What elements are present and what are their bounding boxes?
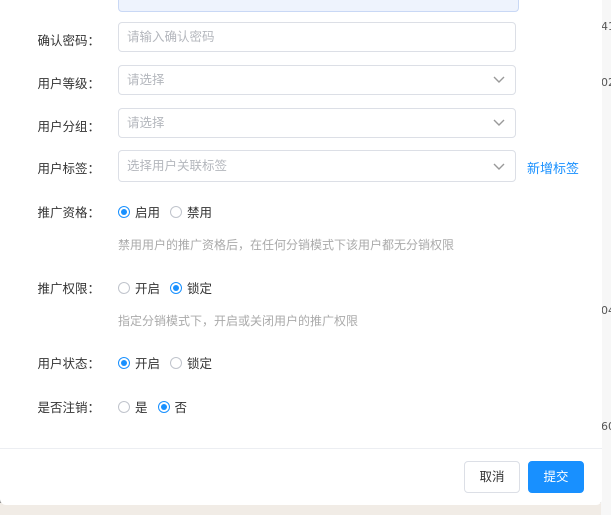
promo-permission-open-radio[interactable]: 开启 [118,278,160,297]
radio-label: 否 [175,397,188,416]
promo-qualification-hint: 禁用用户的推广资格后，在任何分销模式下该用户都无分销权限 [118,236,454,253]
radio-label: 启用 [135,202,160,221]
user-level-label: 用户等级： [0,73,100,92]
deregistered-label: 是否注销： [0,397,100,416]
user-group-select[interactable]: 请选择 [118,108,516,138]
background-digit: 04 [601,304,611,317]
user-status-open-radio[interactable]: 开启 [118,353,160,372]
radio-unselected-icon [118,282,130,294]
user-tags-select[interactable]: 选择用户关联标签 [118,150,516,182]
footer-divider [0,448,602,449]
confirm-password-placeholder: 请输入确认密码 [127,29,215,44]
user-status-lock-radio[interactable]: 锁定 [170,353,212,372]
radio-unselected-icon [118,401,130,413]
promo-qualification-disable-radio[interactable]: 禁用 [170,202,212,221]
background-digit: 41 [601,20,611,33]
radio-selected-icon [118,206,130,218]
promo-permission-label: 推广权限： [0,278,100,297]
radio-selected-icon [118,357,130,369]
user-tags-placeholder: 选择用户关联标签 [127,158,227,173]
user-tags-label: 用户标签： [0,158,100,177]
user-group-label: 用户分组： [0,116,100,135]
user-status-radio-group: 开启 锁定 [118,353,222,372]
user-level-placeholder: 请选择 [127,72,165,87]
user-level-select[interactable]: 请选择 [118,65,516,95]
radio-label: 开启 [135,278,160,297]
submit-button[interactable]: 提交 [528,461,584,493]
user-status-label: 用户状态： [0,353,100,372]
chevron-down-icon [493,119,505,127]
promo-qualification-label: 推广资格： [0,202,100,221]
user-edit-dialog: 确认密码： 请输入确认密码 用户等级： 请选择 用户分组： 请选择 用户标签： … [0,0,602,505]
deregistered-radio-group: 是 否 [118,397,197,416]
radio-unselected-icon [170,206,182,218]
promo-qualification-radio-group: 启用 禁用 [118,202,222,221]
cancel-button[interactable]: 取消 [464,461,520,493]
radio-label: 是 [135,397,148,416]
background-edge: 41 02 04 60 [601,0,611,515]
promo-permission-hint: 指定分销模式下，开启或关闭用户的推广权限 [118,312,358,329]
promo-permission-lock-radio[interactable]: 锁定 [170,278,212,297]
confirm-password-label: 确认密码： [0,30,100,49]
radio-label: 禁用 [187,202,212,221]
radio-selected-icon [170,282,182,294]
background-digit: 02 [601,76,611,89]
user-group-placeholder: 请选择 [127,115,165,130]
radio-label: 锁定 [187,278,212,297]
radio-unselected-icon [170,357,182,369]
chevron-down-icon [493,163,505,171]
deregistered-yes-radio[interactable]: 是 [118,397,148,416]
radio-label: 开启 [135,353,160,372]
radio-label: 锁定 [187,353,212,372]
background-digit: 60 [601,420,611,433]
promo-qualification-enable-radio[interactable]: 启用 [118,202,160,221]
promo-permission-radio-group: 开启 锁定 [118,278,222,297]
deregistered-no-radio[interactable]: 否 [158,397,188,416]
password-input-partial[interactable] [118,0,519,12]
add-tag-link[interactable]: 新增标签 [527,158,579,177]
chevron-down-icon [493,76,505,84]
confirm-password-input[interactable]: 请输入确认密码 [118,22,516,52]
radio-selected-icon [158,401,170,413]
